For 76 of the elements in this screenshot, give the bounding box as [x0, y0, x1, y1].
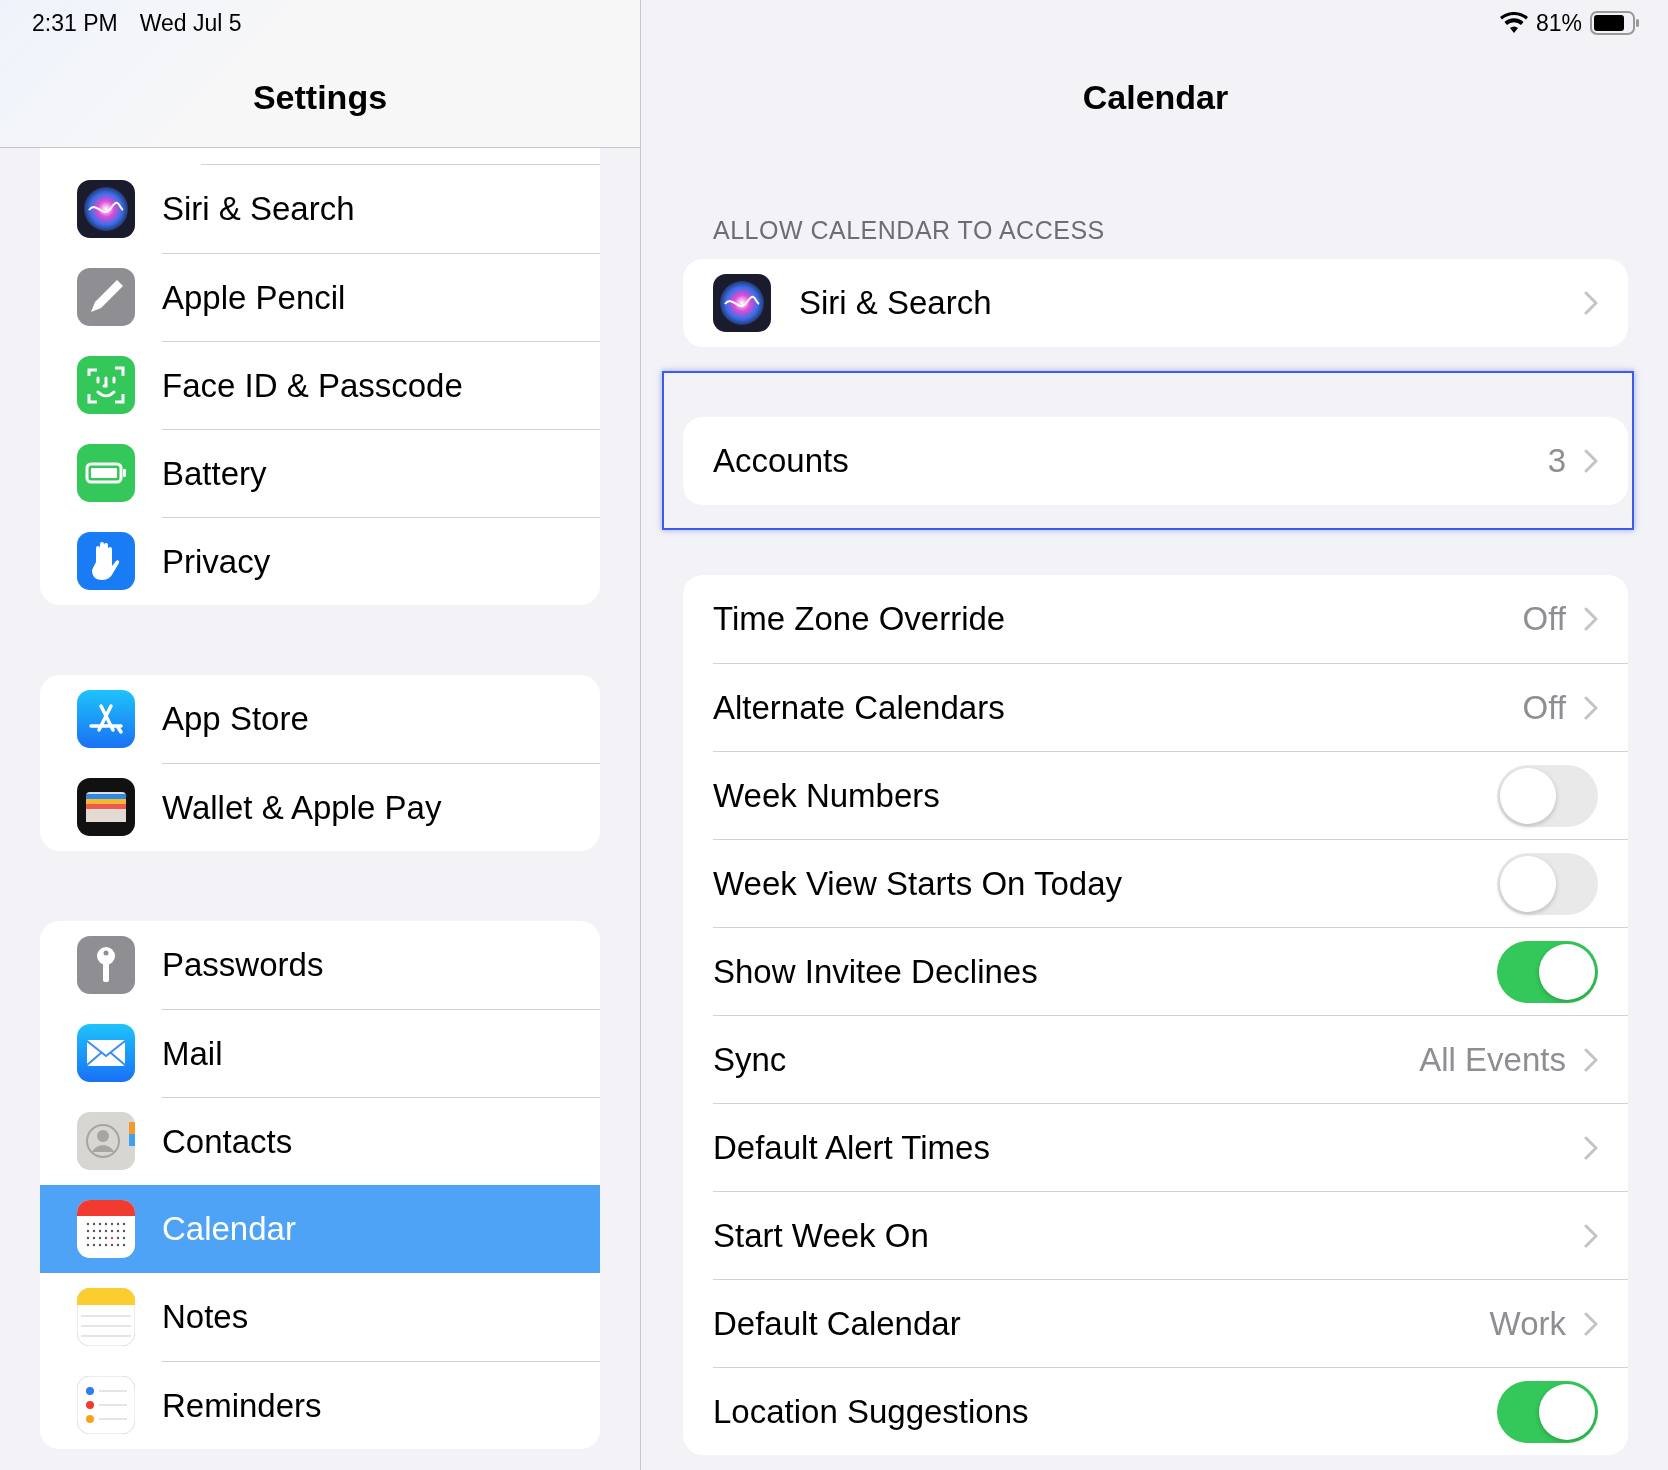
chevron-icon: [1584, 607, 1598, 631]
pencil-icon: [77, 268, 135, 326]
person-icon: [77, 1112, 135, 1170]
chevron-icon: [1584, 1047, 1598, 1072]
a-shape-icon: [77, 690, 135, 748]
row-label: Time Zone Override: [713, 600, 1007, 638]
wallet-icon: [77, 778, 135, 836]
row-value: Off: [1522, 688, 1566, 727]
row-label: Start Week On: [713, 1216, 930, 1255]
battery-percent: 81%: [1535, 9, 1582, 37]
settings-row[interactable]: Start Week On: [683, 1191, 1628, 1279]
row-label: Location Suggestions: [713, 1392, 1030, 1431]
sidebar-item-label: Notes: [162, 1298, 249, 1336]
sidebar-item-label: Wallet & Apple Pay: [162, 788, 442, 827]
sidebar-item-label: Contacts: [162, 1122, 293, 1161]
key-icon: [77, 936, 135, 994]
settings-row[interactable]: Default Calendar Work: [683, 1279, 1628, 1367]
toggle-switch[interactable]: [1497, 764, 1598, 827]
toggle-row[interactable]: Week Numbers: [683, 751, 1628, 839]
battery-icon: [1590, 11, 1640, 35]
section-header: ALLOW CALENDAR TO ACCESS: [713, 216, 1106, 245]
row-label: Alternate Calendars: [713, 688, 1006, 727]
battery-icon: [77, 444, 135, 502]
hand-icon: [77, 532, 135, 590]
row-label: Week View Starts On Today: [713, 864, 1124, 903]
toggle-row[interactable]: Week View Starts On Today: [683, 839, 1628, 927]
calendar-icon: [77, 1200, 135, 1258]
sidebar-item-label: Battery: [162, 454, 267, 493]
toggle-row[interactable]: Show Invitee Declines: [683, 927, 1628, 1015]
orb-icon: [77, 180, 135, 238]
row-value: Off: [1522, 600, 1566, 638]
row-label: Week Numbers: [713, 776, 941, 815]
settings-row[interactable]: Accounts 3: [683, 417, 1628, 505]
toggle-switch[interactable]: [1497, 852, 1598, 915]
settings-row[interactable]: Siri & Search: [683, 259, 1628, 347]
row-label: Default Calendar: [713, 1304, 962, 1343]
sidebar-item-label: Apple Pencil: [162, 278, 346, 317]
chevron-icon: [1584, 291, 1598, 315]
sidebar-item-label: Reminders: [162, 1386, 322, 1425]
sidebar-item-label: Mail: [162, 1034, 223, 1073]
row-value: 3: [1547, 442, 1566, 480]
chevron-icon: [1584, 1135, 1598, 1160]
face-icon: [77, 356, 135, 414]
sidebar-item-label: App Store: [162, 700, 309, 738]
row-label: Accounts: [713, 442, 850, 480]
notepad-icon: [77, 1288, 135, 1346]
status-date: Wed Jul 5: [139, 9, 242, 37]
page-title: Calendar: [1081, 78, 1230, 117]
toggle-row[interactable]: Location Suggestions: [683, 1367, 1628, 1455]
sidebar-item-label: Siri & Search: [162, 190, 355, 228]
settings-row[interactable]: Time Zone Override Off: [683, 575, 1628, 663]
sidebar-item-label: Face ID & Passcode: [162, 366, 463, 405]
row-value: All Events: [1419, 1040, 1566, 1079]
row-label: Default Alert Times: [713, 1128, 991, 1167]
sidebar-item-label: Passwords: [162, 946, 324, 984]
sidebar-title: Settings: [252, 78, 388, 117]
row-value: Work: [1489, 1304, 1566, 1343]
chevron-icon: [1584, 1223, 1598, 1248]
envelope-icon: [77, 1024, 135, 1082]
toggle-switch[interactable]: [1497, 1380, 1598, 1443]
chevron-icon: [1584, 695, 1598, 720]
sidebar-item-label: Privacy: [162, 542, 271, 581]
settings-row[interactable]: Default Alert Times: [683, 1103, 1628, 1191]
row-label: Show Invitee Declines: [713, 952, 1039, 991]
row-label: Sync: [713, 1040, 788, 1079]
status-time: 2:31 PM: [32, 9, 118, 37]
chevron-icon: [1584, 1311, 1598, 1336]
sidebar-item-label: Calendar: [162, 1210, 296, 1248]
settings-row[interactable]: Alternate Calendars Off: [683, 663, 1628, 751]
wifi-icon: [1499, 12, 1528, 34]
row-label: Siri & Search: [799, 284, 993, 322]
toggle-switch[interactable]: [1497, 940, 1598, 1003]
list-icon: [77, 1376, 135, 1434]
settings-row[interactable]: Sync All Events: [683, 1015, 1628, 1103]
chevron-icon: [1584, 449, 1598, 473]
orb-icon: [713, 274, 771, 332]
